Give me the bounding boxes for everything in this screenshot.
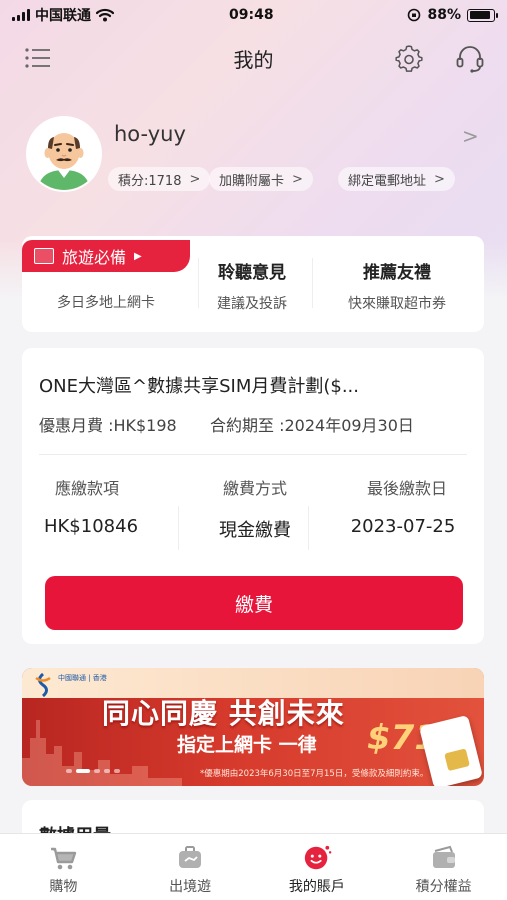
chevron-right-icon: > xyxy=(292,171,303,187)
amount-due-header: 應繳款項 xyxy=(54,479,119,498)
banner-subline: 指定上網卡 一律 xyxy=(177,734,317,756)
status-right: 88% xyxy=(407,7,498,23)
status-left: 中国联通 xyxy=(12,5,114,25)
due-date-value: 2023-07-25 xyxy=(350,516,456,537)
pay-button[interactable]: 繳費 xyxy=(45,576,463,630)
orientation-lock-icon xyxy=(408,8,421,22)
service-subtitle: 多日多地上網卡 xyxy=(57,295,155,311)
service-title: 推薦友禮 xyxy=(363,263,431,283)
unicom-logo-icon xyxy=(35,672,51,698)
tab-shopping[interactable]: 購物 xyxy=(0,834,127,900)
services-card: 旅遊必備 ▶ 多日多地上網卡 聆聽意見 建議及投訴 推薦友禮 快來賺取超市券 xyxy=(22,236,484,332)
tab-points[interactable]: 積分權益 xyxy=(380,834,507,900)
payment-method-header: 繳費方式 xyxy=(222,479,287,498)
profile-arrow[interactable]: > xyxy=(462,124,479,148)
battery-icon xyxy=(467,8,498,22)
battery-level xyxy=(469,11,490,19)
divider xyxy=(39,454,467,455)
wifi-icon xyxy=(96,8,114,22)
carousel-indicator[interactable] xyxy=(66,769,120,773)
contract-end: 合約期至 :2024年09月30日 xyxy=(210,416,414,435)
monthly-fee: 優惠月費 :HK$198 xyxy=(39,416,177,435)
status-bar: 中国联通 09:48 88% xyxy=(0,0,507,30)
battery-percent: 88% xyxy=(427,7,461,23)
suitcase-icon xyxy=(175,844,205,872)
clock: 09:48 xyxy=(229,7,274,23)
tab-label: 積分權益 xyxy=(415,879,472,895)
service-subtitle: 快來賺取超市券 xyxy=(348,296,446,312)
carousel-dot[interactable] xyxy=(94,769,100,773)
divider xyxy=(178,506,179,550)
points-label: 積分:1718 xyxy=(118,173,182,189)
plan-name[interactable]: ONE大灣區^數據共享SIM月費計劃($... xyxy=(39,372,359,398)
carousel-dot[interactable] xyxy=(114,769,120,773)
travel-tag[interactable]: 旅遊必備 ▶ xyxy=(22,240,190,272)
carousel-dot[interactable] xyxy=(66,769,72,773)
username[interactable]: ho-yuy xyxy=(114,122,186,146)
page-title: 我的 xyxy=(233,47,274,72)
plan-card: ONE大灣區^數據共享SIM月費計劃($... 優惠月費 :HK$198 合約期… xyxy=(22,348,484,644)
wallet-icon xyxy=(429,844,459,872)
service-referral[interactable]: 推薦友禮 快來賺取超市券 xyxy=(322,258,472,313)
gear-icon[interactable] xyxy=(394,44,424,74)
banner-headline: 同心同慶 共創未來 xyxy=(102,697,345,730)
chevron-right-icon: > xyxy=(434,171,445,187)
banner-note: *優惠期由2023年6月30日至7月15日，受條款及細則約束。 xyxy=(200,769,429,779)
amount-due-value: HK$10846 xyxy=(43,516,139,537)
add-card-chip[interactable]: 加購附屬卡 > xyxy=(209,167,313,191)
tab-label: 購物 xyxy=(49,879,78,895)
service-title: 聆聽意見 xyxy=(218,263,286,283)
points-chip[interactable]: 積分:1718 > xyxy=(108,167,211,191)
headset-icon[interactable] xyxy=(454,44,486,74)
service-travel-sim[interactable]: 多日多地上網卡 xyxy=(22,288,190,312)
avatar-image xyxy=(28,118,100,190)
banner-brand: 中國聯通 | 香港 xyxy=(58,674,107,682)
nav-bar: 我的 xyxy=(0,36,507,80)
avatar[interactable] xyxy=(28,118,100,190)
tab-label: 我的賬戶 xyxy=(288,879,345,895)
tab-travel[interactable]: 出境遊 xyxy=(127,834,254,900)
travel-tag-label: 旅遊必備 xyxy=(62,248,127,267)
play-arrow-icon: ▶ xyxy=(134,250,142,262)
chevron-right-icon: > xyxy=(189,171,201,187)
divider xyxy=(308,506,309,550)
tab-label: 出境遊 xyxy=(169,879,212,895)
divider xyxy=(312,258,313,308)
tab-bar: 購物 出境遊 我的賬戶 積分權益 xyxy=(0,833,507,900)
due-date-header: 最後繳款日 xyxy=(366,479,447,498)
sim-card-icon xyxy=(419,714,483,786)
tab-my-account[interactable]: 我的賬戶 xyxy=(254,834,381,900)
cart-icon xyxy=(48,844,78,872)
menu-icon[interactable] xyxy=(24,46,52,70)
carousel-dot[interactable] xyxy=(76,769,90,773)
add-card-label: 加購附屬卡 xyxy=(219,173,285,189)
signal-icon xyxy=(12,9,30,21)
ticket-icon xyxy=(34,248,54,264)
carrier-label: 中国联通 xyxy=(35,8,91,24)
service-feedback[interactable]: 聆聽意見 建議及投訴 xyxy=(198,258,306,313)
bind-email-chip[interactable]: 綁定電郵地址 > xyxy=(338,167,455,191)
service-subtitle: 建議及投訴 xyxy=(217,296,287,312)
carousel-dot[interactable] xyxy=(104,769,110,773)
account-smile-icon xyxy=(302,844,332,872)
bind-email-label: 綁定電郵地址 xyxy=(348,173,427,189)
promo-banner[interactable]: 中國聯通 | 香港 同心同慶 共創未來 指定上網卡 一律 $71 *優惠期由20… xyxy=(22,668,484,786)
